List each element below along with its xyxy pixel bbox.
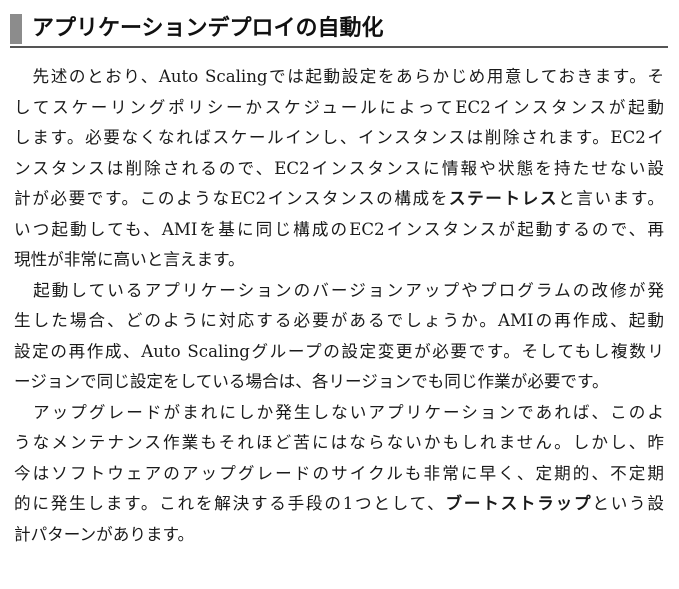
text-line: 計パターンがあります。 xyxy=(14,520,664,551)
text-line: 計が必要です。このようなEC2インスタンスの構成をステートレスと言います。 xyxy=(14,184,664,215)
line-text: 的に発生します。これを解決する手段の1つとして、 xyxy=(14,494,446,513)
line-text: うなメンテナンス作業もそれほど苦にはならないかもしれません。しかし、昨 xyxy=(14,433,664,452)
text-line: 的に発生します。これを解決する手段の1つとして、ブートストラップという設 xyxy=(14,489,664,520)
bold-term: ブートストラップ xyxy=(445,494,593,513)
text-line: ージョンで同じ設定をしている場合は、各リージョンでも同じ作業が必要です。 xyxy=(14,367,664,398)
bold-term: ステートレス xyxy=(448,189,559,208)
line-text: 今はソフトウェアのアップグレードのサイクルも非常に早く、定期的、不定期 xyxy=(14,463,664,483)
text-line: 今はソフトウェアのアップグレードのサイクルも非常に早く、定期的、不定期 xyxy=(14,459,664,490)
paragraph: アップグレードがまれにしか発生しないアプリケーションであれば、このよ うなメンテ… xyxy=(14,398,664,551)
line-text: という設 xyxy=(592,494,664,513)
section-heading: アプリケーションデプロイの自動化 xyxy=(10,10,668,48)
paragraph: 起動しているアプリケーションのバージョンアップやプログラムの改修が発 生した場合… xyxy=(14,276,664,398)
text-line: うなメンテナンス作業もそれほど苦にはならないかもしれません。しかし、昨 xyxy=(14,428,664,459)
line-text: 現性が非常に高いと言えます。 xyxy=(14,250,245,269)
line-text: 生した場合、どのように対応する必要があるでしょうか。AMIの再作成、起動 xyxy=(14,311,664,330)
text-line: アップグレードがまれにしか発生しないアプリケーションであれば、このよ xyxy=(14,398,664,429)
line-text: 先述のとおり、Auto Scalingでは起動設定をあらかじめ用意しておきます。… xyxy=(31,67,664,86)
line-text: 起動しているアプリケーションのバージョンアップやプログラムの改修が発 xyxy=(31,280,664,300)
heading-accent-bar xyxy=(10,14,22,44)
text-line: 起動しているアプリケーションのバージョンアップやプログラムの改修が発 xyxy=(14,276,664,307)
text-line: 先述のとおり、Auto Scalingでは起動設定をあらかじめ用意しておきます。… xyxy=(14,62,664,93)
line-text: アップグレードがまれにしか発生しないアプリケーションであれば、このよ xyxy=(31,402,664,422)
text-line: いつ起動しても、AMIを基に同じ構成のEC2インスタンスが起動するので、再 xyxy=(14,215,664,246)
line-text: ージョンで同じ設定をしている場合は、各リージョンでも同じ作業が必要です。 xyxy=(14,372,609,391)
line-text: ンスタンスは削除されるので、EC2インスタンスに情報や状態を持たせない設 xyxy=(14,158,664,178)
text-line: 設定の再作成、Auto Scalingグループの設定変更が必要です。そしてもし複… xyxy=(14,337,664,368)
line-text: してスケーリングポリシーかスケジュールによってEC2インスタンスが起動 xyxy=(14,97,664,117)
line-text: いつ起動しても、AMIを基に同じ構成のEC2インスタンスが起動するので、再 xyxy=(14,219,664,239)
text-line: 現性が非常に高いと言えます。 xyxy=(14,245,664,276)
line-text: 設定の再作成、Auto Scalingグループの設定変更が必要です。そしてもし複… xyxy=(14,341,664,361)
body-text: 先述のとおり、Auto Scalingでは起動設定をあらかじめ用意しておきます。… xyxy=(14,62,664,550)
section-title: アプリケーションデプロイの自動化 xyxy=(32,16,384,41)
text-line: してスケーリングポリシーかスケジュールによってEC2インスタンスが起動 xyxy=(14,93,664,124)
line-text: します。必要なくなればスケールインし、インスタンスは削除されます。EC2イ xyxy=(14,128,664,147)
paragraph: 先述のとおり、Auto Scalingでは起動設定をあらかじめ用意しておきます。… xyxy=(14,62,664,276)
text-line: します。必要なくなればスケールインし、インスタンスは削除されます。EC2イ xyxy=(14,123,664,154)
line-text: 計パターンがあります。 xyxy=(14,524,195,544)
document-page: アプリケーションデプロイの自動化 先述のとおり、Auto Scalingでは起動… xyxy=(0,0,679,589)
text-line: 生した場合、どのように対応する必要があるでしょうか。AMIの再作成、起動 xyxy=(14,306,664,337)
line-text: と言います。 xyxy=(558,189,664,208)
line-text: 計が必要です。このようなEC2インスタンスの構成を xyxy=(14,189,449,208)
text-line: ンスタンスは削除されるので、EC2インスタンスに情報や状態を持たせない設 xyxy=(14,154,664,185)
